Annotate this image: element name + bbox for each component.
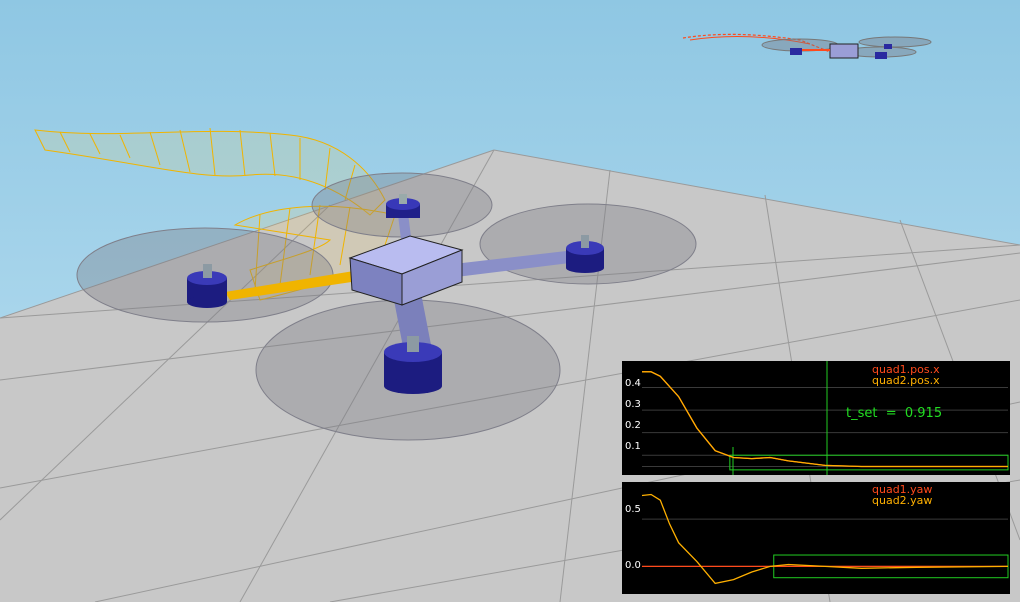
yaw-tick-label: 0.0 bbox=[625, 560, 641, 571]
t-set-readout: t_set = 0.915 bbox=[846, 406, 943, 421]
series-line-quad1.pos.x bbox=[642, 371, 1008, 468]
position-tick-label: 0.3 bbox=[625, 399, 641, 410]
legend-quad2-yaw: quad2.yaw bbox=[872, 494, 933, 507]
series-line-quad2.yaw bbox=[641, 493, 1009, 585]
legend-quad2-pos-x: quad2.pos.x bbox=[872, 374, 940, 387]
yaw-plot: 0.5 0.0 quad1.yaw quad2.yaw bbox=[622, 482, 1010, 594]
position-plot-canvas bbox=[642, 361, 1009, 475]
yaw-plot-canvas bbox=[641, 493, 1009, 585]
position-plot: 0.4 0.3 0.2 0.1 quad1.pos.x quad2.pos.x … bbox=[622, 361, 1010, 475]
position-tick-label: 0.4 bbox=[625, 378, 641, 389]
series-line-quad2.pos.x bbox=[642, 371, 1008, 468]
position-tick-label: 0.1 bbox=[625, 441, 641, 452]
yaw-tick-label: 0.5 bbox=[625, 504, 641, 515]
position-tick-label: 0.2 bbox=[625, 420, 641, 431]
